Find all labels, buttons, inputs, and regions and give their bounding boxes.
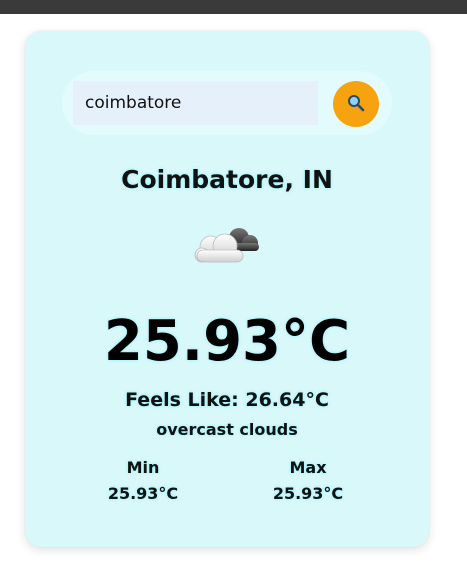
min-value: 25.93°C bbox=[107, 484, 179, 503]
max-label: Max bbox=[289, 458, 327, 477]
feels-like: Feels Like: 26.64°C bbox=[125, 389, 329, 411]
search-button[interactable] bbox=[333, 81, 379, 127]
search-bar bbox=[62, 71, 392, 135]
browser-top-bar bbox=[0, 0, 467, 14]
min-label: Min bbox=[126, 458, 160, 477]
max-value: 25.93°C bbox=[272, 484, 344, 503]
location-name: Coimbatore, IN bbox=[121, 165, 333, 194]
weather-description: overcast clouds bbox=[156, 420, 298, 439]
weather-card: Coimbatore, IN bbox=[25, 31, 429, 547]
current-temperature: 25.93°C bbox=[103, 309, 351, 374]
search-icon bbox=[347, 94, 365, 115]
max-temperature-block: Max 25.93°C bbox=[238, 457, 378, 505]
overcast-clouds-icon bbox=[187, 219, 267, 271]
min-temperature-block: Min 25.93°C bbox=[73, 457, 213, 505]
city-search-input[interactable] bbox=[73, 81, 318, 125]
